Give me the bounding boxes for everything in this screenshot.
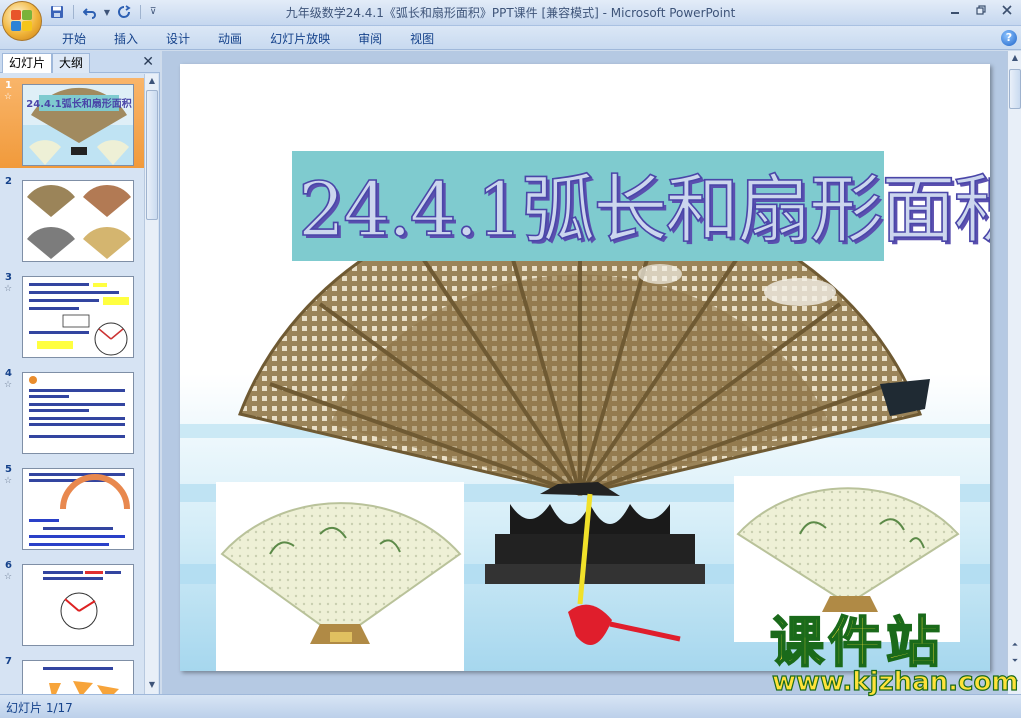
tab-slides[interactable]: 幻灯片 <box>2 53 53 73</box>
help-icon[interactable]: ? <box>1001 30 1017 46</box>
title-bar: ▼ ⊽ 九年级数学24.4.1《弧长和扇形面积》PPT课件 [兼容模式] - M… <box>0 0 1021 26</box>
slide-preview <box>22 468 134 550</box>
restore-icon[interactable] <box>969 1 993 19</box>
slide-thumbnail-7[interactable]: 7 <box>0 654 144 694</box>
slide-number: 3 <box>5 272 12 283</box>
slide-number: 2 <box>5 176 12 187</box>
scroll-up-icon[interactable]: ▲ <box>146 75 158 87</box>
slide-editing-area: 24.4.1弧长和扇形面积 <box>162 51 1007 694</box>
watermark-chinese: 课件站 <box>769 611 944 674</box>
slide-preview <box>22 372 134 454</box>
tab-slideshow[interactable]: 幻灯片放映 <box>256 30 344 48</box>
slide-title[interactable]: 24.4.1弧长和扇形面积 <box>297 150 990 257</box>
slide-preview <box>22 564 134 646</box>
slide-thumbnail-6[interactable]: 6 ☆ <box>0 558 144 648</box>
thumbnail-list: 1 ☆ 24.4.1弧长和扇形面积 2 3 ☆ 4 ☆ 5 ☆ 6 ☆ 7 <box>0 74 144 694</box>
watermark-url: www.kjzhan.com <box>771 667 1019 697</box>
slide-number: 5 <box>5 464 12 475</box>
slide-canvas[interactable]: 24.4.1弧长和扇形面积 <box>180 64 990 671</box>
tab-review[interactable]: 审阅 <box>344 30 396 48</box>
close-icon[interactable] <box>995 1 1019 19</box>
slide-thumbnail-1[interactable]: 1 ☆ 24.4.1弧长和扇形面积 <box>0 78 144 168</box>
slides-pane: 幻灯片 大纲 ✕ 1 ☆ 24.4.1弧长和扇形面积 2 3 ☆ 4 ☆ 5 ☆… <box>0 51 160 694</box>
tab-insert[interactable]: 插入 <box>100 30 152 48</box>
thumb-1-title: 24.4.1弧长和扇形面积 <box>26 97 131 110</box>
slide-number: 6 <box>5 560 12 571</box>
office-button-icon[interactable] <box>2 1 42 41</box>
slide-number: 4 <box>5 368 12 379</box>
close-pane-icon[interactable]: ✕ <box>142 54 154 70</box>
office-logo <box>11 10 33 32</box>
tab-view[interactable]: 视图 <box>396 30 448 48</box>
animation-star-icon: ☆ <box>4 92 13 102</box>
small-fan-left-image <box>216 482 464 671</box>
kjzhan-watermark-logo: 课件站 www.kjzhan.com <box>769 611 1019 697</box>
ribbon: 开始 插入 设计 动画 幻灯片放映 审阅 视图 ? <box>0 26 1021 50</box>
tab-home[interactable]: 开始 <box>48 30 100 48</box>
animation-star-icon: ☆ <box>4 572 13 582</box>
tab-animations[interactable]: 动画 <box>204 30 256 48</box>
slide-counter: 幻灯片 1/17 <box>6 701 73 715</box>
slide-preview <box>22 276 134 358</box>
pane-tabs: 幻灯片 大纲 ✕ <box>0 51 160 73</box>
slide-thumbnail-3[interactable]: 3 ☆ <box>0 270 144 360</box>
slide-preview <box>22 180 134 262</box>
tab-outline[interactable]: 大纲 <box>52 53 91 73</box>
status-bar: 幻灯片 1/17 <box>0 694 1021 718</box>
scroll-up-icon[interactable]: ▲ <box>1009 52 1021 64</box>
scrollbar-thumb[interactable] <box>146 90 158 220</box>
slide-preview <box>22 660 134 694</box>
window-title: 九年级数学24.4.1《弧长和扇形面积》PPT课件 [兼容模式] - Micro… <box>285 6 736 20</box>
scroll-down-icon[interactable]: ▼ <box>146 679 158 691</box>
slide-number: 7 <box>5 656 12 667</box>
slide-number: 1 <box>5 80 12 91</box>
scrollbar-thumb[interactable] <box>1009 69 1021 109</box>
animation-star-icon: ☆ <box>4 284 13 294</box>
slide-preview: 24.4.1弧长和扇形面积 <box>22 84 134 166</box>
ribbon-tabs: 开始 插入 设计 动画 幻灯片放映 审阅 视图 <box>48 30 448 48</box>
animation-star-icon: ☆ <box>4 476 13 486</box>
tab-design[interactable]: 设计 <box>152 30 204 48</box>
slide-scrollbar[interactable]: ▲ ⏶ ⏷ ▼ <box>1007 51 1021 694</box>
slide-thumbnail-4[interactable]: 4 ☆ <box>0 366 144 456</box>
minimize-icon[interactable] <box>943 1 967 19</box>
thumbnail-scrollbar[interactable]: ▲ ▼ <box>144 74 158 694</box>
slide-thumbnail-2[interactable]: 2 <box>0 174 144 264</box>
window-controls <box>943 1 1019 19</box>
slide-thumbnail-5[interactable]: 5 ☆ <box>0 462 144 552</box>
animation-star-icon: ☆ <box>4 380 13 390</box>
